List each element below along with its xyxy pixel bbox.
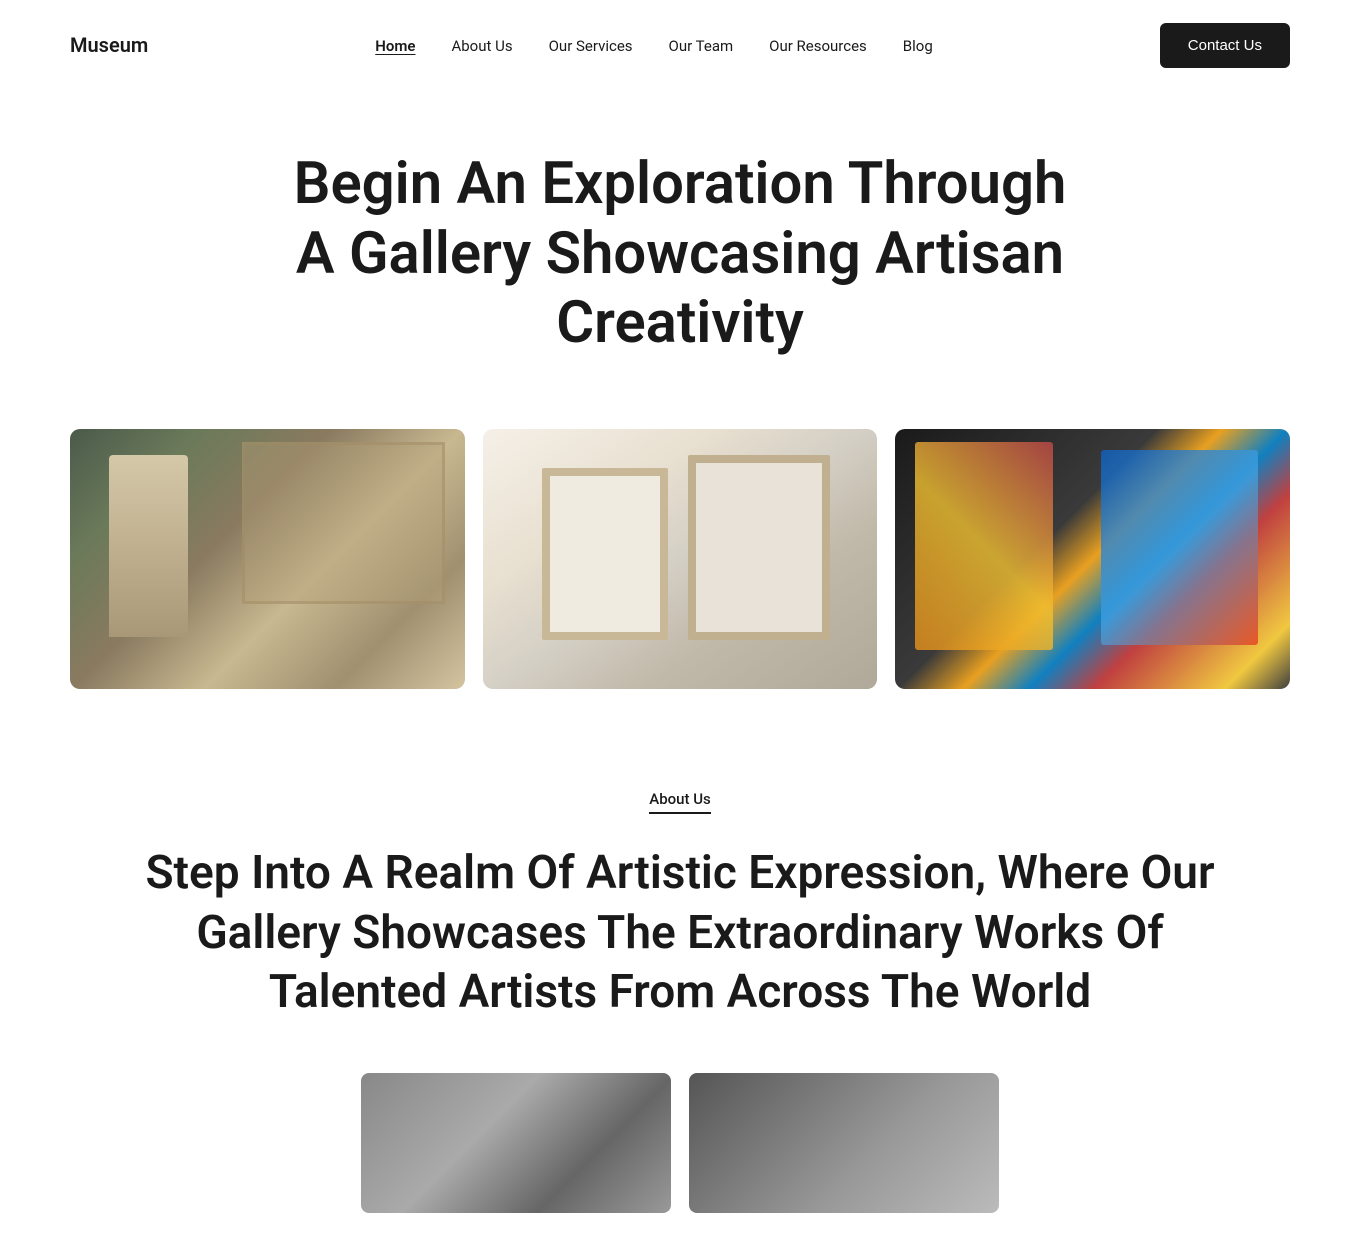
nav-link-services[interactable]: Our Services bbox=[549, 37, 633, 55]
gallery-image-1 bbox=[70, 429, 465, 689]
nav-link-team[interactable]: Our Team bbox=[669, 37, 734, 55]
gallery-image-2-inner bbox=[483, 429, 878, 689]
nav-link-about[interactable]: About Us bbox=[451, 37, 512, 55]
nav-item-services[interactable]: Our Services bbox=[549, 36, 633, 55]
about-heading: Step Into A Realm Of Artistic Expression… bbox=[130, 844, 1230, 1023]
nav-item-about[interactable]: About Us bbox=[451, 36, 512, 55]
nav-item-home[interactable]: Home bbox=[375, 36, 415, 55]
nav-link-home[interactable]: Home bbox=[375, 37, 415, 55]
nav-link-blog[interactable]: Blog bbox=[903, 37, 933, 55]
gallery-image-1-inner bbox=[70, 429, 465, 689]
nav-item-blog[interactable]: Blog bbox=[903, 36, 933, 55]
gallery-image-2 bbox=[483, 429, 878, 689]
about-images bbox=[70, 1073, 1290, 1213]
hero-section: Begin An Exploration Through A Gallery S… bbox=[0, 90, 1360, 399]
hero-heading: Begin An Exploration Through A Gallery S… bbox=[230, 150, 1130, 359]
gallery-section bbox=[0, 399, 1360, 739]
gallery-image-3-inner bbox=[895, 429, 1290, 689]
about-image-1 bbox=[361, 1073, 671, 1213]
about-label: About Us bbox=[649, 790, 711, 814]
nav-item-team[interactable]: Our Team bbox=[669, 36, 734, 55]
hero-heading-line3: Creativity bbox=[556, 289, 804, 357]
hero-heading-line2: A Gallery Showcasing Artisan bbox=[296, 220, 1064, 288]
about-image-2 bbox=[689, 1073, 999, 1213]
gallery-image-3 bbox=[895, 429, 1290, 689]
nav-link-resources[interactable]: Our Resources bbox=[769, 37, 867, 55]
site-logo[interactable]: Museum bbox=[70, 33, 148, 57]
navigation: Museum Home About Us Our Services Our Te… bbox=[0, 0, 1360, 90]
hero-heading-line1: Begin An Exploration Through bbox=[294, 150, 1067, 218]
nav-item-resources[interactable]: Our Resources bbox=[769, 36, 867, 55]
contact-button[interactable]: Contact Us bbox=[1160, 23, 1290, 68]
nav-links: Home About Us Our Services Our Team Our … bbox=[375, 36, 933, 55]
about-section: About Us Step Into A Realm Of Artistic E… bbox=[0, 739, 1360, 1253]
